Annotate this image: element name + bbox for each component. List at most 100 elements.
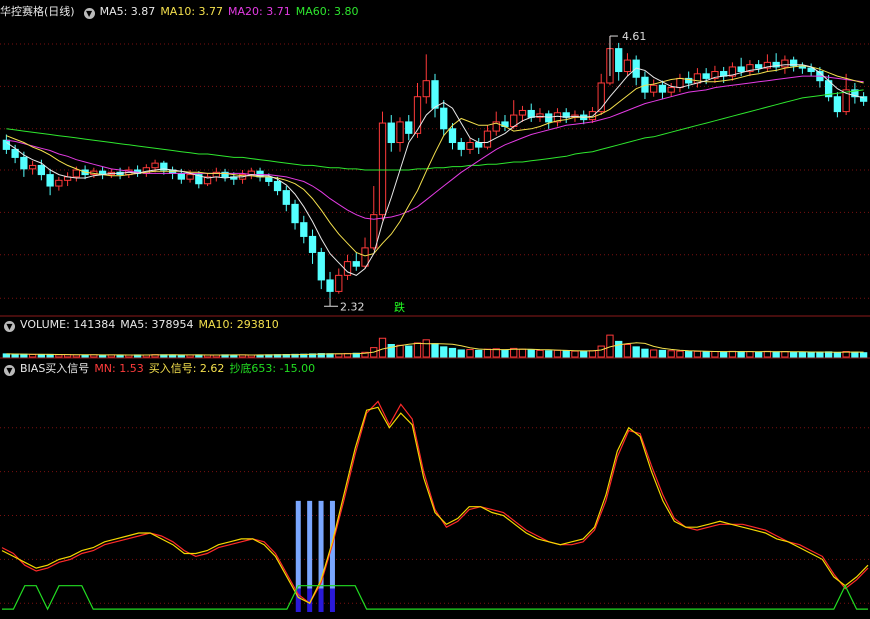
volume-bar-up (676, 350, 684, 358)
candle-up (55, 179, 63, 187)
signal-bar-dark (329, 588, 335, 612)
ma20-label: MA20: 3.71 (228, 5, 291, 18)
candle-down (457, 142, 465, 150)
volume-bar-down (457, 349, 465, 358)
candle-up (335, 274, 343, 292)
volume-bar-down (405, 345, 413, 358)
candle-down (755, 64, 763, 69)
bias-bottom-label: 抄底653: -15.00 (229, 362, 316, 375)
candle-up (623, 59, 632, 73)
chevron-down-icon[interactable]: ▼ (83, 8, 95, 19)
candle-up (28, 164, 37, 170)
volume-bar-down (632, 346, 640, 358)
volume-bar-up (597, 345, 605, 358)
candle-down (527, 109, 535, 118)
candle-up (483, 130, 492, 148)
candle-down (291, 203, 299, 224)
volume-bar-down (798, 351, 807, 358)
candle-down (177, 172, 185, 180)
volume-ma5-label: MA5: 378954 (120, 318, 194, 331)
candle-down (37, 164, 46, 176)
volume-bar-up (422, 339, 430, 358)
volume-bar-down (851, 351, 859, 358)
volume-label: VOLUME: 141384 (20, 318, 116, 331)
volume-bar-up (28, 354, 37, 358)
bias-legend: ▼ BIAS买入信号 MN: 1.53 买入信号: 2.62 抄底653: -15.00 (0, 360, 320, 378)
volume-bar-down (475, 349, 483, 358)
volume-bar-up (466, 349, 474, 358)
volume-bar-down (859, 352, 868, 358)
candle-down (658, 84, 667, 93)
volume-bar-down (20, 353, 28, 358)
candle-up (781, 59, 789, 68)
volume-bar-up (693, 350, 702, 358)
candle-up (667, 87, 675, 93)
volume-bar-up (571, 350, 579, 358)
volume-bar-down (737, 351, 745, 358)
volume-bar-down (545, 350, 553, 358)
candle-down (702, 73, 710, 79)
volume-bar-up (536, 349, 544, 358)
candle-up (396, 121, 404, 144)
candle-down (282, 190, 290, 205)
chevron-down-icon[interactable]: ▼ (4, 321, 15, 332)
volume-bar-down (658, 349, 667, 358)
candle-down (2, 139, 11, 150)
candle-down (405, 121, 413, 134)
candle-up (413, 96, 422, 134)
volume-bar-up (728, 350, 737, 358)
signal-bar-light (307, 500, 313, 589)
candle-down (737, 66, 745, 73)
volume-bar-up (746, 351, 754, 358)
candle-up (422, 80, 430, 98)
volume-bar-up (335, 353, 343, 358)
volume-bar-up (650, 349, 658, 358)
fall-marker-text: 跌 (394, 300, 405, 314)
bias-buy-line (1, 406, 869, 605)
bias-indicator-name: BIAS买入信号 (20, 362, 90, 375)
bias-buy-label: 买入信号: 2.62 (148, 362, 225, 375)
volume-bar-down (833, 351, 842, 358)
candle-down (46, 174, 54, 187)
candle-up (72, 169, 81, 178)
candle-up (518, 109, 527, 116)
volume-bar-up (518, 348, 527, 358)
volume-ma10-label: MA10: 293810 (198, 318, 279, 331)
volume-bar-up (667, 350, 675, 358)
candle-down (352, 261, 360, 267)
volume-bar-up (396, 344, 404, 358)
chevron-down-icon[interactable]: ▼ (4, 365, 15, 376)
candle-up (378, 122, 387, 216)
candle-down (308, 235, 317, 253)
candle-up (151, 162, 159, 169)
candle-down (615, 48, 623, 73)
volume-bar-up (55, 354, 63, 358)
volume-bar-down (448, 347, 457, 358)
volume-bar-up (711, 351, 719, 358)
low-price-label: 2.32 (340, 300, 365, 313)
candle-down (440, 107, 448, 130)
volume-bar-down (440, 346, 448, 358)
volume-bar-up (781, 351, 789, 358)
volume-bar-up (763, 350, 772, 358)
candle-up (650, 84, 658, 93)
volume-bar-up (483, 348, 492, 358)
bias-mn-label: MN: 1.53 (94, 362, 144, 375)
volume-bar-down (685, 351, 693, 358)
candle-down (20, 156, 28, 170)
candle-down (545, 113, 553, 123)
ma10-label: MA10: 3.77 (160, 5, 224, 18)
bottom-signal-line (2, 584, 868, 611)
candle-up (186, 174, 194, 180)
volume-bar-down (807, 351, 815, 358)
stock-name: 华控赛格(日线) (0, 5, 75, 18)
volume-bar-down (720, 351, 728, 358)
volume-bar-up (588, 350, 597, 358)
candle-down (833, 96, 842, 113)
volume-bar-down (501, 349, 509, 358)
candle-up (597, 82, 605, 113)
bias-mn-line (1, 400, 869, 605)
candle-down (326, 279, 334, 292)
candle-down (387, 122, 395, 144)
volume-bar-down (580, 350, 588, 358)
